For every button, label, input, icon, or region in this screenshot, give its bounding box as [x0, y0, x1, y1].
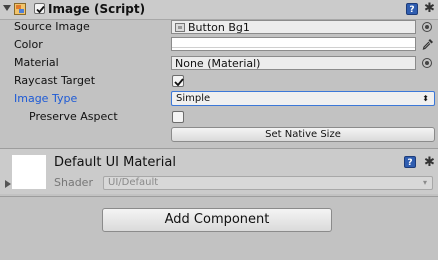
material-name: Default UI Material	[54, 155, 176, 170]
set-native-size-button[interactable]: Set Native Size	[171, 127, 435, 142]
material-help-icon[interactable]: ?	[404, 156, 416, 168]
material-picker-icon[interactable]	[422, 58, 432, 68]
material-foldout-icon[interactable]	[5, 180, 11, 188]
source-image-field[interactable]: Button Bg1	[171, 20, 416, 34]
shader-dropdown-arrow-icon: ▾	[422, 178, 427, 187]
sprite-icon	[175, 23, 185, 32]
component-title: Image (Script)	[48, 2, 146, 16]
material-preview-thumbnail	[12, 155, 46, 189]
preserve-aspect-label: Preserve Aspect	[29, 110, 118, 123]
shader-dropdown[interactable]: UI/Default ▾	[103, 176, 433, 190]
component-icon	[14, 3, 26, 15]
image-type-value: Simple	[176, 93, 211, 104]
divider	[0, 196, 438, 197]
dropdown-arrow-icon: ⬍	[422, 94, 429, 103]
material-label: Material	[14, 56, 59, 69]
material-value: None (Material)	[175, 57, 261, 70]
gear-icon[interactable]: ✱	[423, 2, 436, 15]
raycast-target-checkbox[interactable]	[172, 75, 184, 87]
raycast-target-label: Raycast Target	[14, 74, 96, 87]
alpha-bar	[172, 47, 415, 50]
image-type-dropdown[interactable]: Simple ⬍	[171, 91, 435, 106]
help-icon[interactable]: ?	[406, 3, 418, 15]
add-component-button[interactable]: Add Component	[102, 208, 332, 232]
material-field[interactable]: None (Material)	[171, 56, 416, 70]
preserve-aspect-checkbox[interactable]	[172, 111, 184, 123]
source-image-value: Button Bg1	[188, 21, 250, 34]
color-field[interactable]	[171, 37, 416, 51]
shader-label: Shader	[54, 176, 93, 189]
foldout-arrow-icon[interactable]	[3, 5, 11, 11]
component-enabled-checkbox[interactable]	[34, 3, 45, 14]
material-gear-icon[interactable]: ✱	[423, 156, 436, 169]
eyedropper-icon[interactable]	[421, 37, 435, 51]
image-type-label: Image Type	[14, 92, 78, 105]
source-image-label: Source Image	[14, 20, 90, 33]
object-picker-icon[interactable]	[422, 22, 432, 32]
shader-value: UI/Default	[108, 177, 159, 188]
color-label: Color	[14, 38, 43, 51]
